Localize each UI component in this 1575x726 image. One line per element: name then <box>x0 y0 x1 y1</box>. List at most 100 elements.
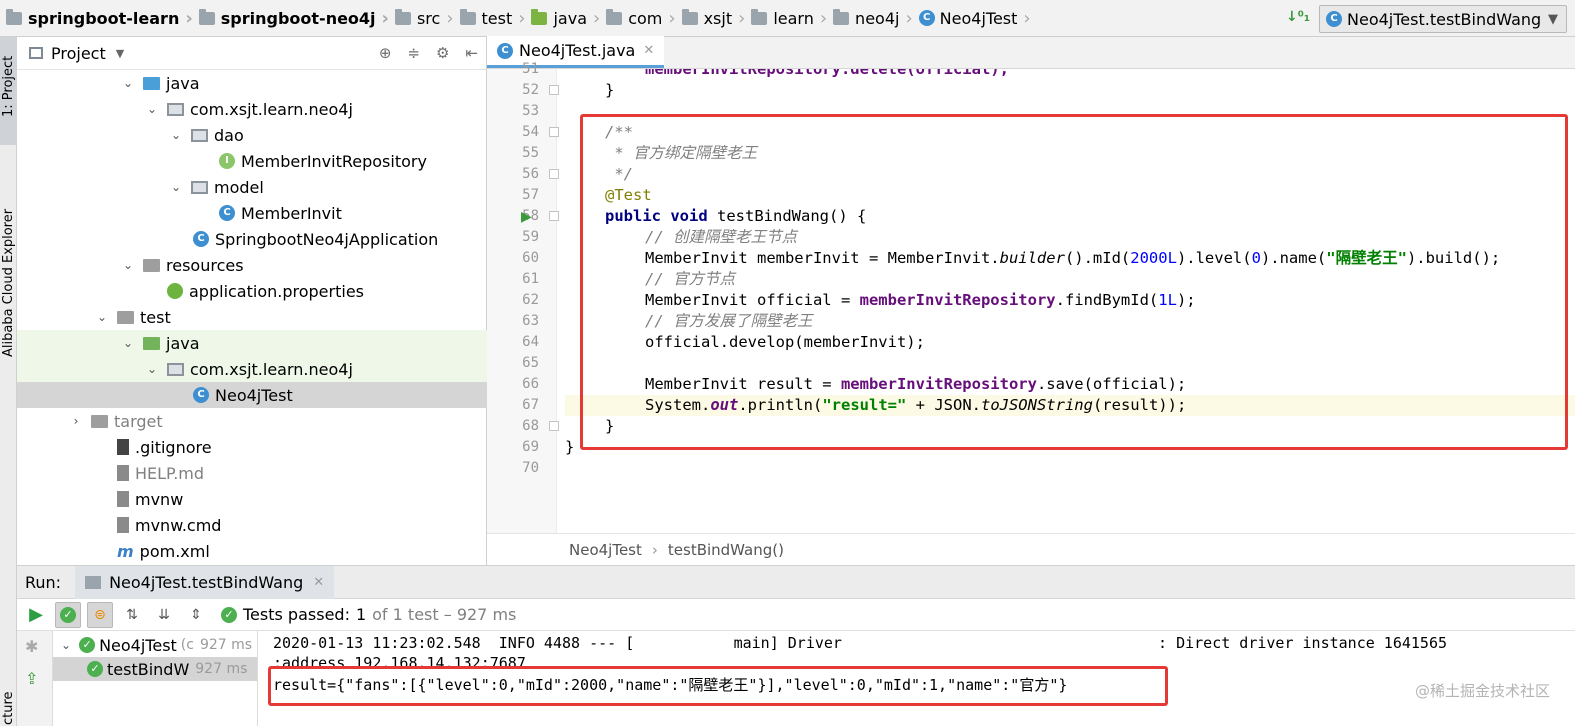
spring-properties-icon <box>167 283 183 299</box>
tree-item[interactable]: ⌄ test <box>17 304 487 330</box>
class-icon: C <box>497 42 513 59</box>
chevron-down-icon[interactable]: ⌄ <box>121 258 135 272</box>
expand-all-icon[interactable]: ⇕ <box>183 602 209 628</box>
left-tool-strip: 1: Project Alibaba Cloud Explorer cture <box>0 37 17 726</box>
tree-item[interactable]: mvnw.cmd <box>17 512 487 538</box>
tree-item[interactable]: ⌄ model <box>17 174 487 200</box>
tree-item[interactable]: ⌄ java <box>17 70 487 96</box>
chevron-down-icon[interactable]: ⌄ <box>121 76 135 90</box>
tree-item[interactable]: C SpringbootNeo4jApplication <box>17 226 487 252</box>
tree-item[interactable]: C Neo4jTest <box>17 382 487 408</box>
source-folder-icon <box>143 76 160 90</box>
file-icon <box>117 491 129 507</box>
check-icon: ✓ <box>221 606 237 623</box>
test-suite-row[interactable]: ⌄ ✓ Neo4jTest (c 927 ms <box>53 633 257 657</box>
maven-icon: m <box>117 541 134 561</box>
separator-icon: › <box>819 7 828 29</box>
run-configuration-select[interactable]: C Neo4jTest.testBindWang ▼ <box>1319 5 1567 33</box>
tree-item[interactable]: m pom.xml <box>17 538 487 564</box>
resources-folder-icon <box>143 258 160 272</box>
separator-icon: › <box>651 540 658 559</box>
close-icon[interactable]: ✕ <box>313 575 324 590</box>
breadcrumb-class[interactable]: Neo4jTest <box>569 541 642 559</box>
test-case-row[interactable]: ✓ testBindW 927 ms <box>53 657 257 681</box>
tree-item[interactable]: ⌄ com.xsjt.learn.neo4j <box>17 96 487 122</box>
chevron-down-icon[interactable]: ⌄ <box>169 128 183 142</box>
highlight-box-code <box>580 114 1568 450</box>
project-tool-tab[interactable]: 1: Project <box>0 37 17 145</box>
chevron-down-icon[interactable]: ▼ <box>116 47 124 60</box>
tree-item[interactable]: ⌄ resources <box>17 252 487 278</box>
chevron-down-icon[interactable]: ⌄ <box>145 102 159 116</box>
tree-item[interactable]: ⌄ com.xsjt.learn.neo4j <box>17 356 487 382</box>
fold-marker-icon[interactable] <box>549 169 559 179</box>
breadcrumb-item[interactable]: src › <box>389 0 454 37</box>
gear-icon[interactable]: ⚙ <box>436 44 449 62</box>
code-line: } <box>605 81 615 99</box>
file-icon <box>117 517 129 533</box>
sort-icon[interactable]: ↓⁰₁ <box>1286 9 1310 25</box>
alibaba-cloud-explorer-tab[interactable]: Alibaba Cloud Explorer <box>0 177 17 377</box>
fold-marker-icon[interactable] <box>549 85 559 95</box>
breadcrumb-item[interactable]: test › <box>454 0 526 37</box>
spring-boot-class-icon: C <box>193 231 209 247</box>
chevron-down-icon[interactable]: ⌄ <box>121 336 135 350</box>
rerun-icon[interactable]: ▶ <box>23 602 49 628</box>
tree-item[interactable]: .gitignore <box>17 434 487 460</box>
chevron-down-icon[interactable]: ⌄ <box>61 638 71 652</box>
chevron-right-icon[interactable]: › <box>69 414 83 428</box>
collapse-all-icon[interactable]: ≑ <box>407 44 420 62</box>
package-icon <box>751 8 768 25</box>
run-toolbar: ▶ ✓ ⊜ ⇅ ⇊ ⇕ ✓ Tests passed: 1 of 1 test … <box>17 599 1575 631</box>
breadcrumb-item[interactable]: xsjt › <box>676 0 746 37</box>
sort-duration-icon[interactable]: ⇊ <box>151 602 177 628</box>
tree-item[interactable]: HELP.md <box>17 460 487 486</box>
fold-marker-icon[interactable] <box>549 421 559 431</box>
separator-icon: › <box>518 7 526 29</box>
show-ignored-toggle[interactable]: ⊜ <box>87 601 113 628</box>
code-line: memberInvitRepository.delete(official); <box>645 69 1009 78</box>
chevron-down-icon[interactable]: ⌄ <box>145 362 159 376</box>
debug-icon[interactable]: ✱ <box>25 637 38 656</box>
tree-item[interactable]: › target <box>17 408 487 434</box>
export-results-icon[interactable]: ⇪ <box>25 669 38 688</box>
separator-icon: › <box>593 7 601 29</box>
tree-item[interactable]: ⌄ dao <box>17 122 487 148</box>
breadcrumb-item[interactable]: springboot-neo4j › <box>193 0 389 37</box>
markdown-file-icon <box>117 465 129 481</box>
show-passed-toggle[interactable]: ✓ <box>55 601 81 628</box>
breadcrumb-item[interactable]: springboot-learn › <box>0 0 193 37</box>
breadcrumb-item[interactable]: java › <box>525 0 600 37</box>
fold-marker-icon[interactable] <box>549 127 559 137</box>
chevron-down-icon[interactable]: ⌄ <box>169 180 183 194</box>
sort-alpha-icon[interactable]: ⇅ <box>119 602 145 628</box>
module-icon <box>6 8 22 25</box>
project-view-selector[interactable]: Project <box>51 44 106 63</box>
breadcrumb-item[interactable]: com › <box>600 0 676 37</box>
separator-icon: › <box>738 7 746 29</box>
tab-run-config[interactable]: Neo4jTest.testBindWang ✕ <box>75 565 335 599</box>
git-file-icon <box>117 439 129 455</box>
breadcrumb-method[interactable]: testBindWang() <box>668 541 784 559</box>
fold-marker-icon[interactable] <box>549 211 559 221</box>
tree-item[interactable]: I MemberInvitRepository <box>17 148 487 174</box>
tree-item[interactable]: application.properties <box>17 278 487 304</box>
folder-icon <box>394 8 411 25</box>
tree-item[interactable]: mvnw <box>17 486 487 512</box>
folder-icon <box>459 8 476 25</box>
run-test-gutter-icon[interactable]: ▶ <box>521 209 532 225</box>
project-panel-header: Project ▼ ⊕ ≑ ⚙ ⇤ <box>17 37 486 70</box>
tree-item[interactable]: C MemberInvit <box>17 200 487 226</box>
breadcrumb-item[interactable]: neo4j › <box>827 0 913 37</box>
structure-tool-tab[interactable]: cture <box>0 667 17 726</box>
breadcrumb-item[interactable]: learn › <box>745 0 827 37</box>
breadcrumb-item[interactable]: C Neo4jTest › <box>913 0 1031 37</box>
hide-panel-icon[interactable]: ⇤ <box>465 44 478 62</box>
console-line: :address 192.168.14.132:7687 <box>273 654 526 667</box>
test-run-icon <box>85 575 102 589</box>
chevron-down-icon[interactable]: ⌄ <box>95 310 109 324</box>
tree-item[interactable]: ⌄ java <box>17 330 487 356</box>
package-icon <box>606 8 623 25</box>
close-icon[interactable]: ✕ <box>643 43 654 58</box>
locate-icon[interactable]: ⊕ <box>379 44 392 62</box>
